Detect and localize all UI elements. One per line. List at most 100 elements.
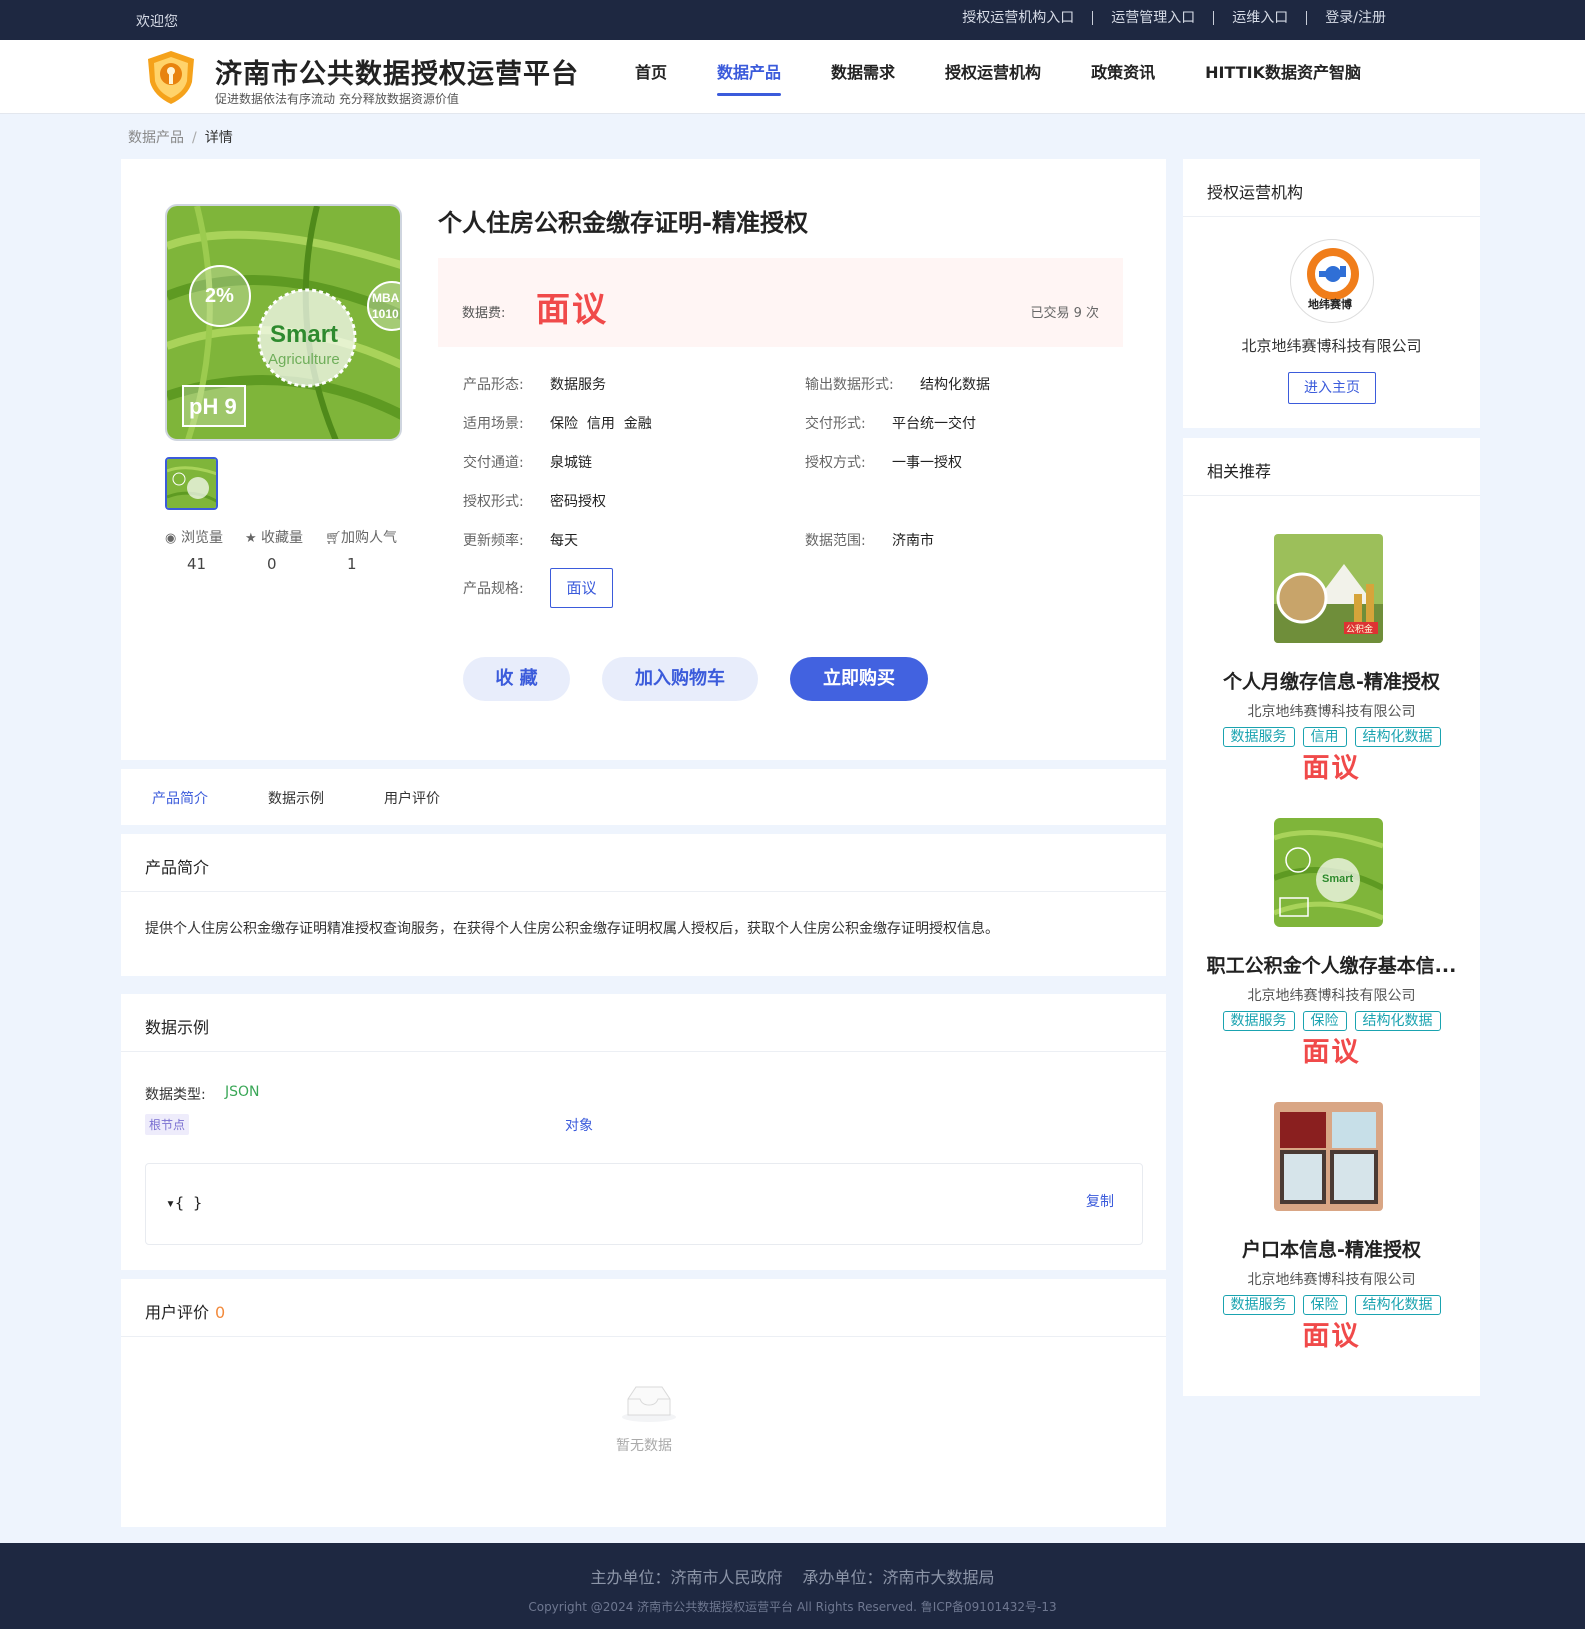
nav-home[interactable]: 首页 [635, 40, 667, 114]
stat-favorites: ★ 收藏量 0 [245, 527, 325, 573]
image-label-num: 1010 [372, 307, 399, 321]
recommend-item[interactable]: Smart 职工公积金个人缴存基本信... 北京地纬赛博科技有限公司 数据服务 … [1183, 818, 1480, 1088]
org-homepage-button[interactable]: 进入主页 [1288, 372, 1376, 404]
nav-policy-news[interactable]: 政策资讯 [1091, 40, 1155, 114]
recommend-price: 面议 [1302, 1321, 1361, 1352]
price-label: 数据费: [462, 306, 506, 321]
attr-channel-label: 交付通道: [463, 455, 524, 471]
tag: 保险 [1302, 1295, 1347, 1315]
review-section: 用户评价 0 暂无数据 [121, 1279, 1166, 1527]
recommend-item[interactable]: 公积金 个人月缴存信息-精准授权 北京地纬赛博科技有限公司 数据服务 信用 结构… [1183, 534, 1480, 804]
price-value: 面议 [536, 290, 608, 330]
recommend-tags: 数据服务 保险 结构化数据 [1183, 1011, 1480, 1031]
breadcrumb-current: 详情 [204, 130, 233, 146]
org-name: 北京地纬赛博科技有限公司 [1241, 337, 1422, 355]
product-thumbnail[interactable] [165, 457, 218, 510]
spec-option-button[interactable]: 面议 [550, 568, 613, 608]
stat-views-value: 41 [187, 555, 207, 573]
cart-icon: 🛒︎ [325, 531, 342, 546]
attr-form-label: 产品形态: [463, 377, 524, 393]
login-register-link[interactable]: 登录/注册 [1306, 11, 1404, 25]
data-type-value: JSON [225, 1084, 260, 1100]
tab-intro[interactable]: 产品简介 [152, 788, 208, 808]
stat-cart: 🛒︎加购人气 1 [325, 527, 405, 573]
stat-cart-label: 加购人气 [341, 530, 397, 546]
review-count: 0 [215, 1303, 226, 1322]
recommend-tags: 数据服务 保险 结构化数据 [1183, 1295, 1480, 1315]
attr-authform-value: 密码授权 [550, 494, 606, 510]
attr-range-value: 济南市 [892, 533, 934, 549]
recommend-image: 公积金 [1274, 534, 1383, 643]
json-content[interactable]: ▾{ } [166, 1194, 202, 1212]
maintenance-link[interactable]: 运维入口 [1213, 11, 1306, 25]
product-card: 2% Smart Agriculture pH 9 MBA 1010 ◉ 浏览量 … [121, 159, 1166, 760]
breadcrumb-sep: / [192, 130, 197, 146]
recommend-image-label: Smart [1322, 873, 1354, 885]
image-label-agri: Agriculture [268, 351, 340, 368]
stat-views-label: 浏览量 [181, 530, 223, 546]
attr-range-label: 数据范围: [805, 533, 866, 549]
nav-hittik[interactable]: HITTIK数据资产智脑 [1205, 40, 1361, 114]
recommend-item[interactable]: 户口本信息-精准授权 北京地纬赛博科技有限公司 数据服务 保险 结构化数据 面议 [1183, 1102, 1480, 1372]
top-bar: 欢迎您 授权运营机构入口 运营管理入口 运维入口 登录/注册 [0, 0, 1585, 40]
favorite-button[interactable]: 收 藏 [463, 657, 570, 701]
detail-tabs: 产品简介 数据示例 用户评价 [121, 769, 1166, 825]
divider [121, 1336, 1166, 1337]
tag: 数据服务 [1222, 1011, 1295, 1031]
image-label-mba: MBA [372, 291, 400, 305]
footer: 主办单位：济南市人民政府 承办单位：济南市大数据局 Copyright @2024… [0, 1543, 1585, 1629]
recommend-org: 北京地纬赛博科技有限公司 [1247, 988, 1416, 1004]
ops-admin-link[interactable]: 运营管理入口 [1092, 11, 1213, 25]
image-label-smart: Smart [270, 321, 338, 348]
breadcrumb-parent[interactable]: 数据产品 [128, 130, 184, 146]
footer-copyright: Copyright @2024 济南市公共数据授权运营平台 All Rights… [528, 1600, 1057, 1614]
attr-freq-label: 更新频率: [463, 533, 524, 549]
recommend-org: 北京地纬赛博科技有限公司 [1247, 1272, 1416, 1288]
example-title: 数据示例 [145, 1018, 210, 1037]
add-to-cart-button[interactable]: 加入购物车 [602, 657, 758, 701]
nav-data-products[interactable]: 数据产品 [717, 40, 782, 114]
tag: 结构化数据 [1354, 727, 1441, 747]
recommend-name[interactable]: 户口本信息-精准授权 [1183, 1235, 1480, 1262]
empty-text: 暂无数据 [616, 1438, 672, 1454]
recommend-name[interactable]: 个人月缴存信息-精准授权 [1183, 667, 1480, 694]
org-entry-link[interactable]: 授权运营机构入口 [944, 11, 1092, 25]
site-slogan: 促进数据依法有序流动 充分释放数据资源价值 [215, 92, 459, 106]
eye-icon: ◉ [165, 531, 177, 546]
image-label-pct: 2% [205, 285, 234, 307]
recommend-card: 相关推荐 公积金 个人月缴存信息-精准授权 北京地纬赛博科技有限公司 数据服务 … [1183, 438, 1480, 1396]
nav-orgs[interactable]: 授权运营机构 [945, 40, 1041, 114]
copy-button[interactable]: 复制 [1086, 1191, 1114, 1211]
tab-review[interactable]: 用户评价 [384, 788, 440, 808]
review-title: 用户评价 0 [145, 1299, 225, 1323]
attr-channel-value: 泉城链 [550, 455, 592, 471]
root-node-tag: 根节点 [145, 1114, 190, 1135]
example-section: 数据示例 数据类型: JSON 根节点 对象 ▾{ } 复制 [121, 994, 1166, 1270]
site-logo-icon[interactable] [142, 48, 200, 106]
buy-now-button[interactable]: 立即购买 [790, 657, 928, 701]
attr-auth-value: 一事一授权 [892, 455, 962, 471]
data-type-label: 数据类型: [145, 1087, 206, 1103]
review-title-text: 用户评价 [145, 1303, 210, 1322]
divider [121, 891, 1166, 892]
recommend-org: 北京地纬赛博科技有限公司 [1247, 704, 1416, 720]
recommend-price: 面议 [1302, 1037, 1361, 1068]
footer-host: 主办单位：济南市人民政府 [590, 1568, 783, 1587]
attr-output-value: 结构化数据 [920, 377, 990, 393]
tab-example[interactable]: 数据示例 [268, 788, 324, 808]
attr-delivery-value: 平台统一交付 [892, 416, 976, 432]
org-card: 授权运营机构 地纬赛博 北京地纬赛博科技有限公司 进入主页 [1183, 159, 1480, 428]
tag: 数据服务 [1222, 1295, 1295, 1315]
recommend-image-label: 公积金 [1346, 623, 1373, 635]
breadcrumb: 数据产品 / 详情 [128, 127, 233, 147]
attr-delivery-label: 交付形式: [805, 416, 866, 432]
attr-scene-label: 适用场景: [463, 416, 524, 432]
tag: 信用 [1302, 727, 1347, 747]
nav-data-demand[interactable]: 数据需求 [831, 40, 895, 114]
divider [1183, 495, 1480, 496]
footer-host-line: 主办单位：济南市人民政府 承办单位：济南市大数据局 [0, 1564, 1585, 1588]
welcome-text: 欢迎您 [136, 14, 178, 30]
attr-output-label: 输出数据形式: [805, 377, 894, 393]
recommend-name[interactable]: 职工公积金个人缴存基本信... [1183, 951, 1480, 978]
intro-title: 产品简介 [145, 858, 210, 877]
